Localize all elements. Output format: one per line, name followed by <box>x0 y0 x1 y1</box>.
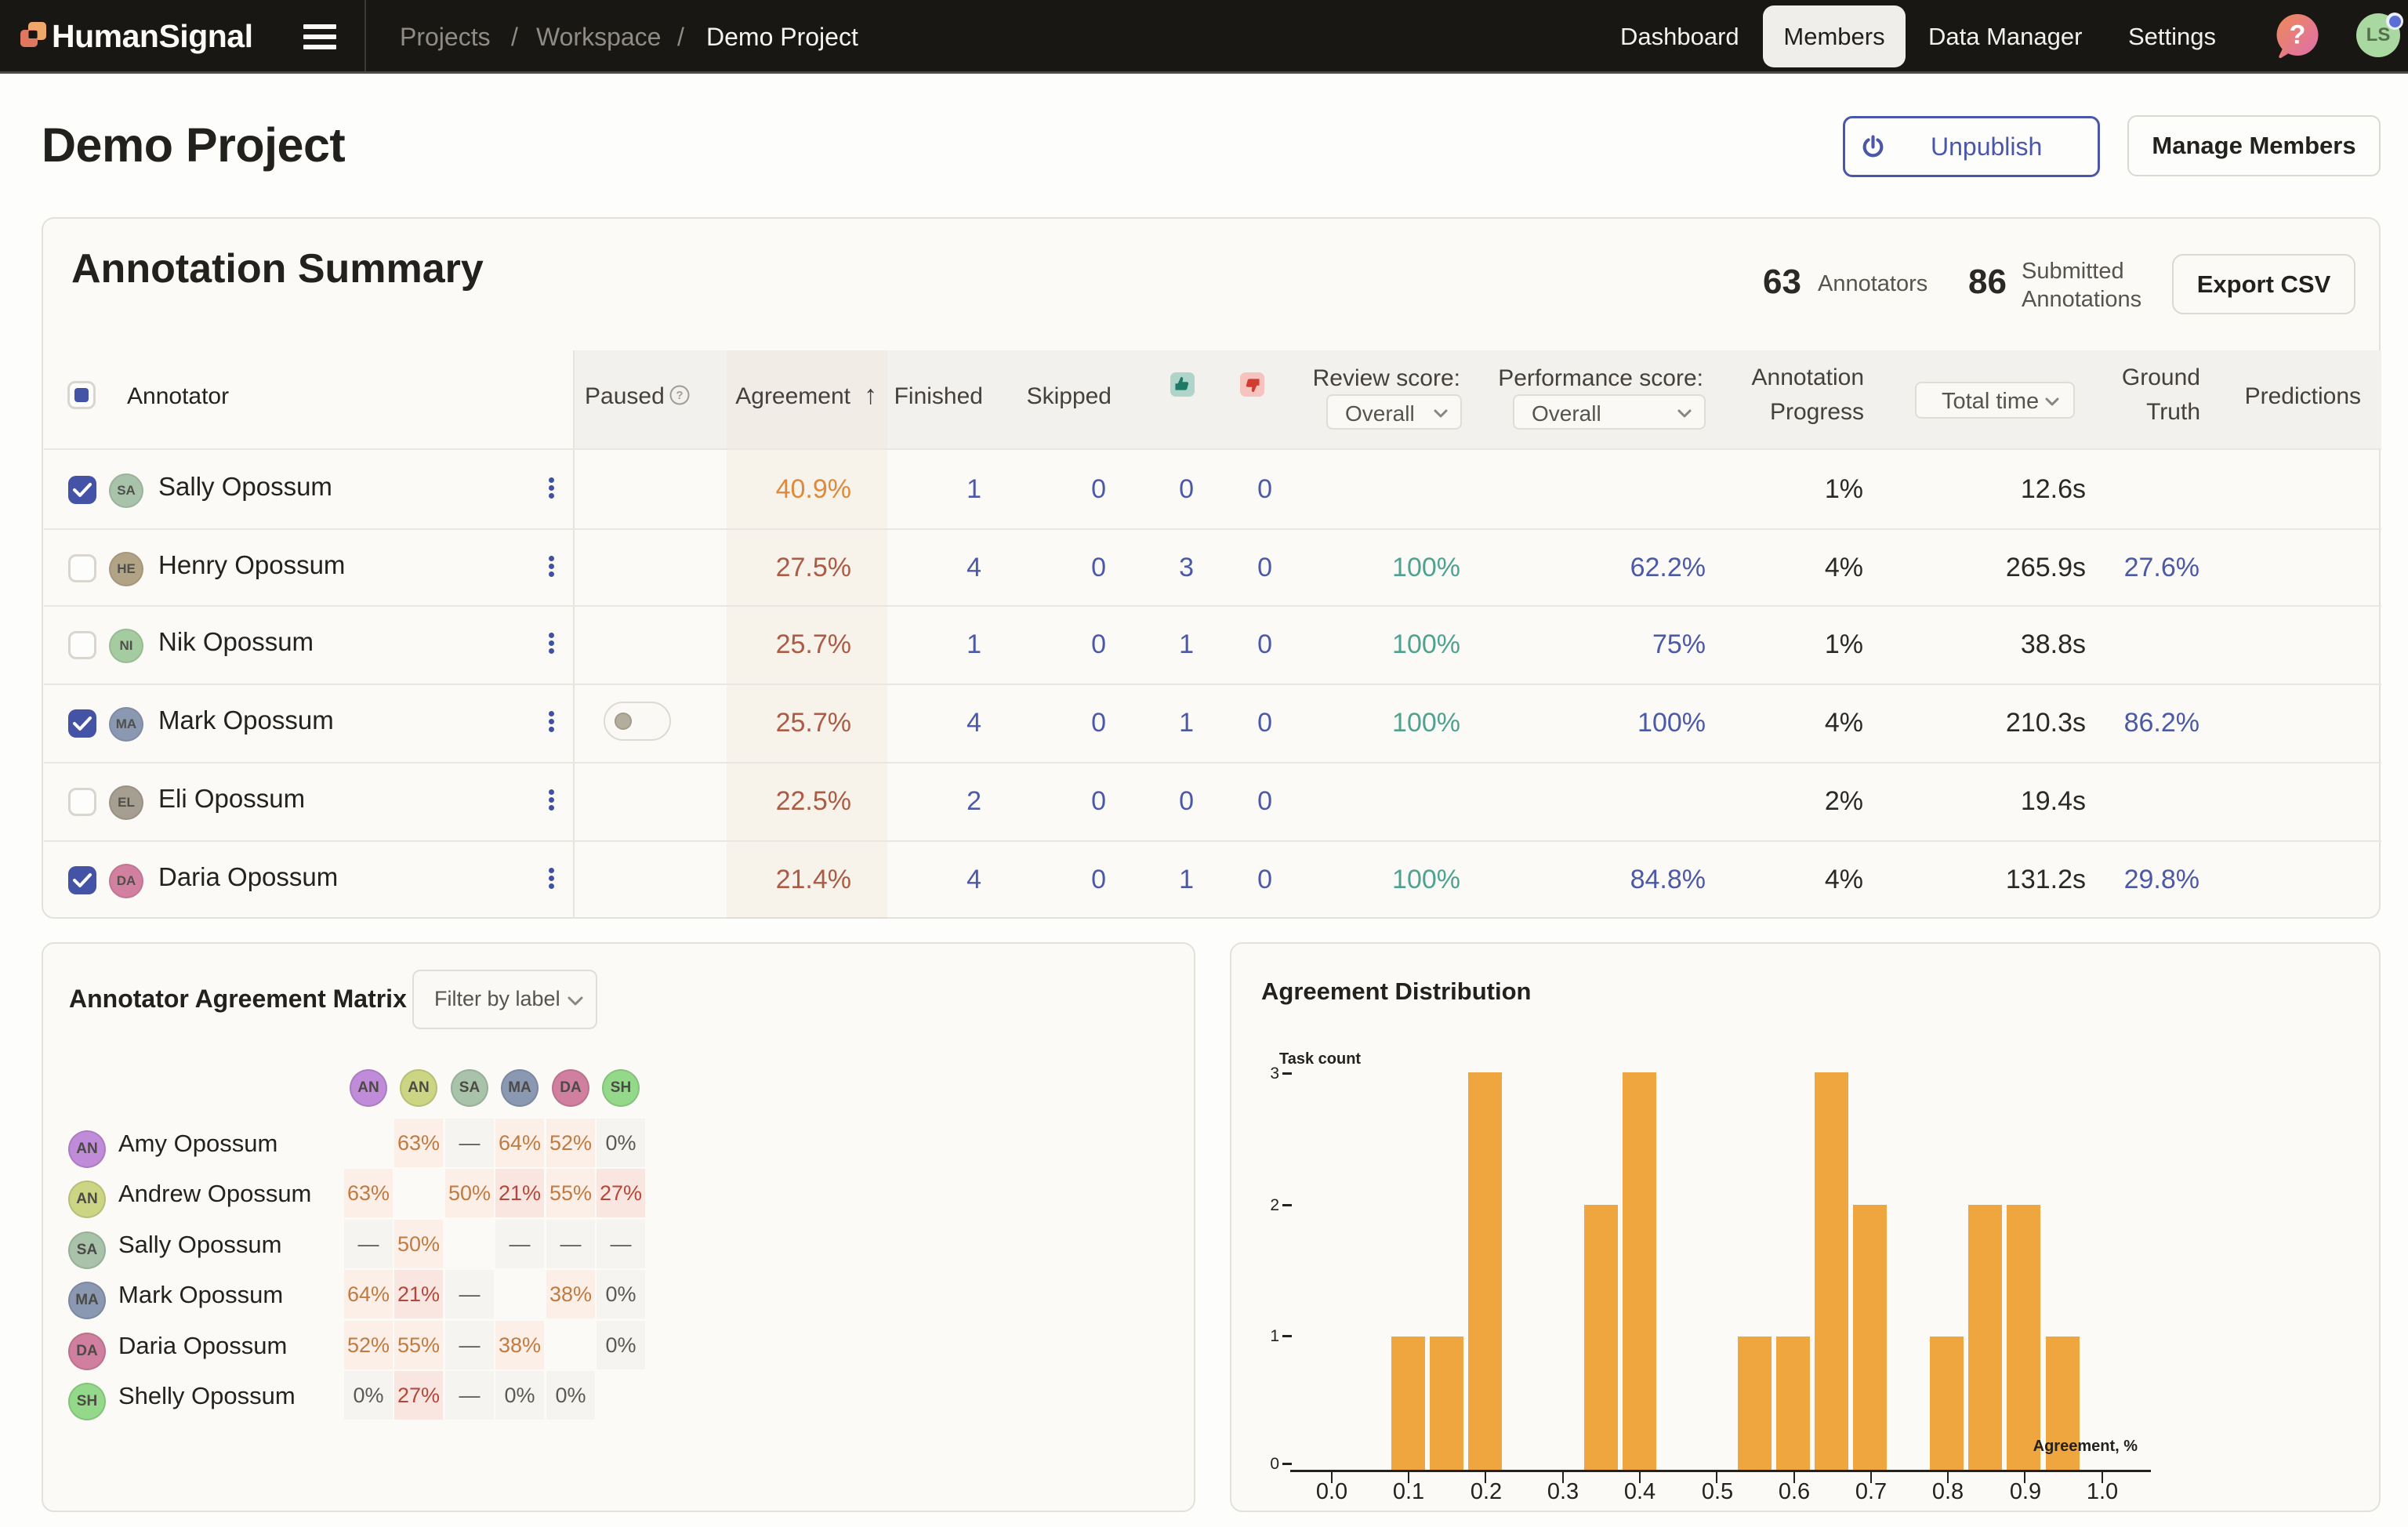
svg-text:?: ? <box>2290 20 2306 50</box>
svg-text:?: ? <box>676 389 683 402</box>
